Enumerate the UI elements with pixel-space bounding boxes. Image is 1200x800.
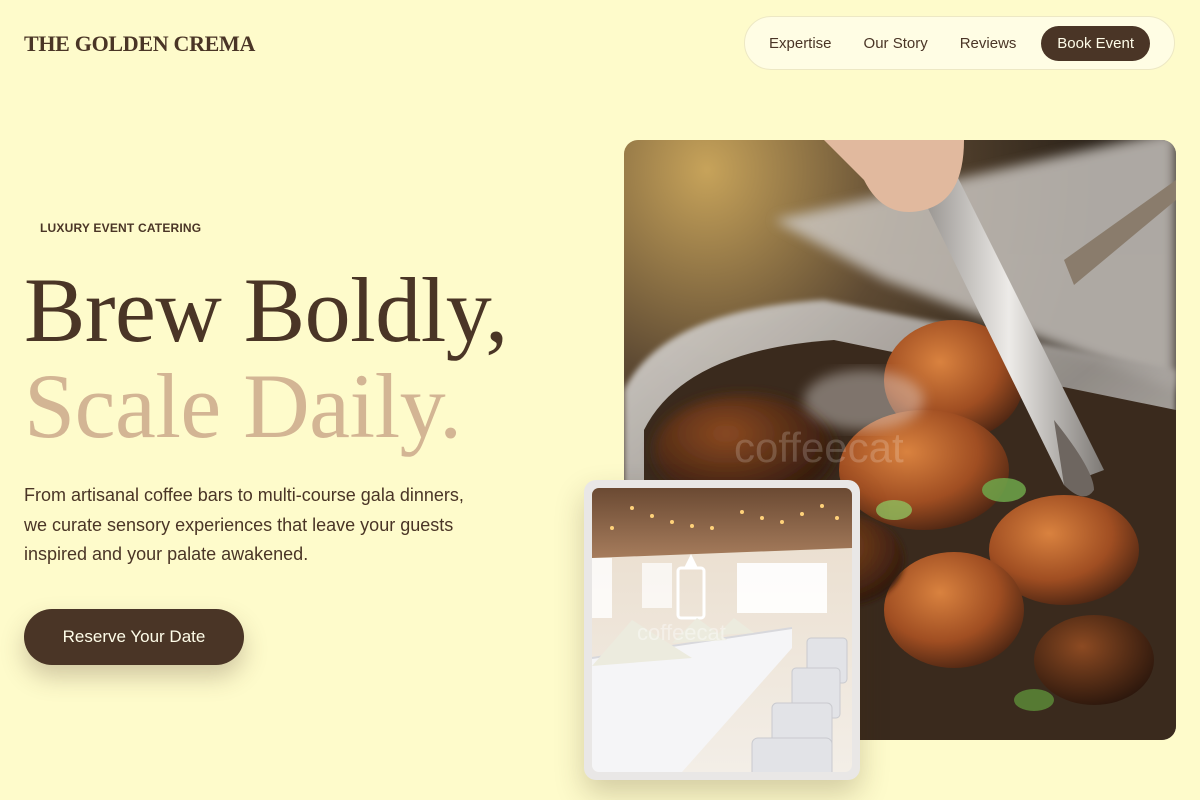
nav-link-our-story[interactable]: Our Story: [864, 35, 928, 52]
main-nav: Expertise Our Story Reviews Book Event: [744, 16, 1175, 70]
nav-link-reviews[interactable]: Reviews: [960, 35, 1017, 52]
reserve-date-button[interactable]: Reserve Your Date: [24, 609, 244, 665]
main-watermark: coffeecat: [734, 424, 904, 471]
brand-logo[interactable]: THE GOLDEN CREMA: [24, 31, 255, 57]
banquet-hall-illustration: coffeecat: [592, 488, 852, 772]
headline-line-1: Brew Boldly,: [24, 259, 508, 361]
headline-line-2: Scale Daily.: [24, 355, 462, 457]
hero-description: From artisanal coffee bars to multi-cour…: [24, 485, 464, 564]
hero-eyebrow: LUXURY EVENT CATERING: [40, 221, 202, 235]
inset-watermark: coffeecat: [637, 620, 726, 645]
book-event-button[interactable]: Book Event: [1041, 26, 1150, 61]
banquet-photo-card: coffeecat: [584, 480, 860, 780]
nav-link-expertise[interactable]: Expertise: [769, 35, 832, 52]
hero-headline: Brew Boldly, Scale Daily.: [24, 262, 508, 454]
